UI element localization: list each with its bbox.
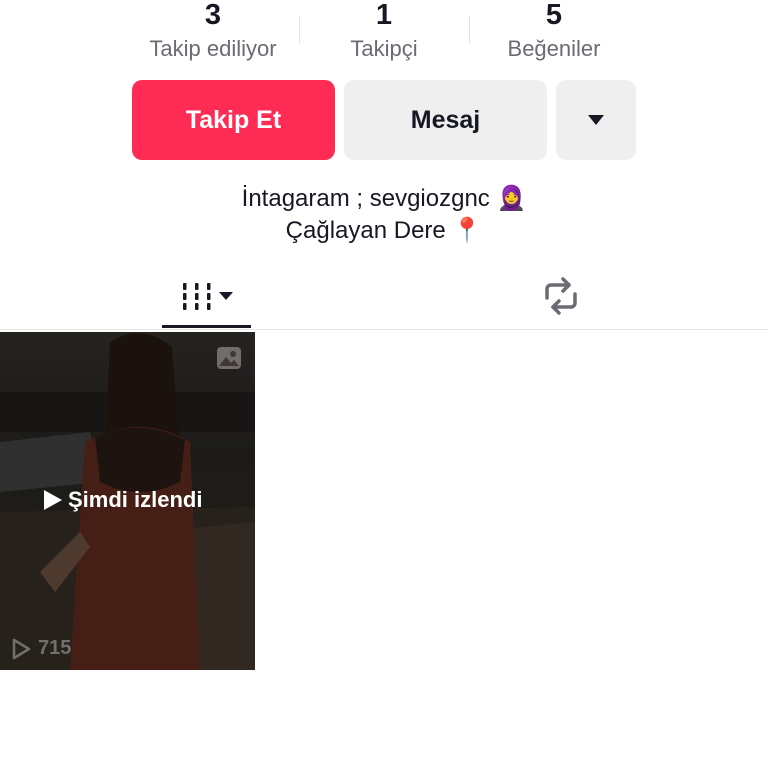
bio-line-1: İntagaram ; sevgiozgnc 🧕 — [241, 185, 527, 212]
following-count: 3 — [204, 0, 222, 31]
more-options-button[interactable] — [556, 80, 636, 160]
tab-reposts[interactable] — [520, 262, 602, 329]
content-tabs — [0, 262, 768, 330]
watched-label: Şimdi izlendi — [44, 487, 202, 513]
grid-icon — [182, 282, 233, 310]
follow-button[interactable]: Takip Et — [132, 80, 335, 160]
watched-text: Şimdi izlendi — [68, 487, 203, 512]
play-outline-icon — [12, 638, 31, 659]
profile-stats: 3 Takip ediliyor 1 Takipçi 5 Beğeniler — [0, 0, 768, 72]
view-count-value: 715 — [38, 637, 72, 659]
play-icon — [44, 490, 62, 510]
likes-count: 5 — [545, 0, 563, 31]
repost-icon — [545, 276, 577, 315]
likes-label: Beğeniler — [507, 36, 601, 61]
profile-bio: İntagaram ; sevgiozgnc 🧕 Çağlayan Dere 📍 — [0, 183, 768, 247]
view-count: 715 — [10, 637, 71, 660]
message-button[interactable]: Mesaj — [344, 80, 547, 160]
active-tab-indicator — [162, 325, 251, 328]
video-thumbnail[interactable]: Şimdi izlendi 715 — [0, 332, 255, 670]
likes-stat[interactable]: 5 Beğeniler — [454, 0, 654, 62]
photo-icon — [217, 347, 241, 369]
bio-line-2: Çağlayan Dere 📍 — [285, 217, 483, 244]
profile-page: 3 Takip ediliyor 1 Takipçi 5 Beğeniler T… — [0, 0, 768, 768]
following-stat[interactable]: 3 Takip ediliyor — [113, 0, 313, 62]
caret-down-icon — [588, 115, 604, 125]
tab-videos[interactable] — [162, 262, 251, 329]
following-label: Takip ediliyor — [149, 36, 277, 61]
